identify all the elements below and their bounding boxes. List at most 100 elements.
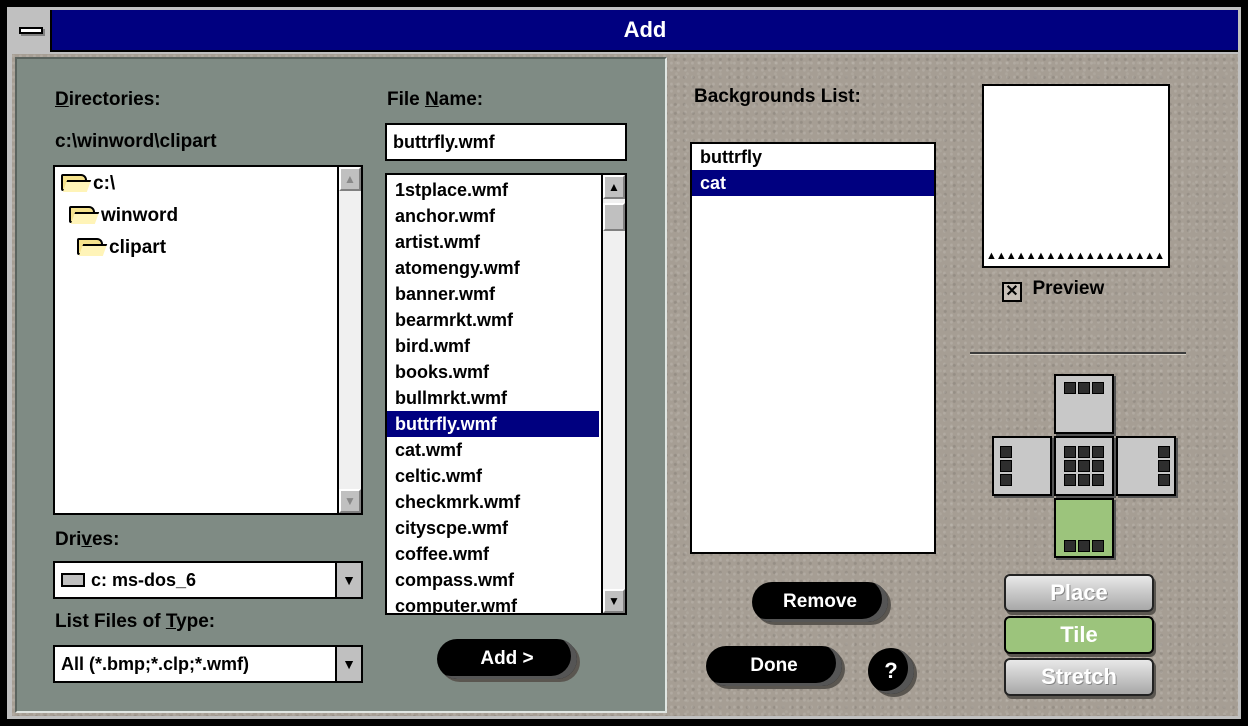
tile-mark-icon: ▲▲ [1144, 250, 1165, 262]
tile-mark-icon: ▲▲ [1065, 250, 1086, 262]
file-list-item[interactable]: buttrfly.wmf [387, 411, 599, 437]
position-dot [1092, 474, 1104, 486]
dir-item-winword[interactable]: winword [69, 205, 178, 227]
drives-label: Drives: [55, 529, 119, 551]
drives-value: c: ms-dos_6 [91, 570, 197, 590]
tile-mark-icon: ▲▲ [1104, 250, 1126, 262]
position-dot [1158, 446, 1170, 458]
file-type-label: List Files of Type: [55, 611, 215, 633]
file-type-label-part: ype: [176, 611, 216, 632]
dir-item-root[interactable]: c:\ [61, 173, 115, 195]
file-type-dropdown-icon[interactable]: ▼ [335, 647, 361, 681]
preview-label: Preview [1032, 278, 1105, 299]
scroll-down-icon[interactable]: ▼ [339, 489, 361, 513]
help-button[interactable]: ? [868, 648, 914, 694]
file-list[interactable]: 1stplace.wmf anchor.wmf artist.wmf atomengy… [385, 173, 627, 615]
position-dot [1078, 540, 1090, 552]
list-item[interactable]: buttrfly [692, 144, 934, 170]
file-list-item[interactable]: cat.wmf [387, 437, 599, 463]
file-list-item[interactable]: coffee.wmf [387, 541, 599, 567]
drives-select[interactable]: c: ms-dos_6 ▼ [53, 561, 363, 599]
position-dot [1092, 446, 1104, 458]
dir-item-label: winword [101, 205, 179, 226]
position-dot [1064, 474, 1076, 486]
file-list-item[interactable]: celtic.wmf [387, 463, 599, 489]
backgrounds-list[interactable]: buttrfly cat [690, 142, 936, 554]
preview-pane: ▲▲▲▲▲▲▲▲▲▲▲▲▲▲▲▲▲▲▲▲▲▲▲▲▲▲ [982, 84, 1170, 268]
file-list-rows: 1stplace.wmf anchor.wmf artist.wmf atomengy… [387, 177, 599, 613]
drives-label-part: Dri [55, 529, 82, 550]
position-dot [1078, 446, 1090, 458]
system-menu-button[interactable] [10, 10, 52, 52]
drives-dropdown-icon[interactable]: ▼ [335, 563, 361, 597]
tile-button[interactable]: Tile [1004, 616, 1154, 654]
open-folder-icon [69, 206, 95, 223]
file-list-item[interactable]: banner.wmf [387, 281, 599, 307]
position-dot [1158, 460, 1170, 472]
preview-tile-row: ▲▲▲▲▲▲▲▲▲▲▲▲▲▲▲▲▲▲▲▲▲▲▲▲▲▲ [986, 250, 1166, 262]
position-dot [1092, 460, 1104, 472]
file-list-item[interactable]: compass.wmf [387, 567, 599, 593]
preview-checkbox[interactable]: ✕ Preview [1002, 278, 1104, 302]
tile-mark-icon: ▲▲ [1124, 250, 1145, 262]
position-dot [1064, 540, 1076, 552]
directories-label: Directories: [55, 89, 161, 111]
position-left[interactable] [992, 436, 1052, 496]
tile-mark-icon: ▲▲ [1005, 250, 1027, 262]
dir-item-clipart[interactable]: clipart [77, 237, 166, 259]
scroll-up-icon[interactable]: ▲ [339, 167, 361, 191]
position-dot [1092, 540, 1104, 552]
position-dot [1000, 446, 1012, 458]
file-name-input[interactable]: buttrfly.wmf [385, 123, 627, 161]
tile-mark-icon: ▲▲ [986, 250, 1007, 262]
scroll-down-icon[interactable]: ▼ [603, 589, 625, 613]
dialog-window: Add Directories: c:\winword\clipart c:\ … [0, 0, 1248, 726]
place-button[interactable]: Place [1004, 574, 1154, 612]
file-list-item[interactable]: computer.wmf [387, 593, 599, 613]
tile-mark-icon: ▲▲ [1084, 250, 1106, 262]
file-list-item[interactable]: artist.wmf [387, 229, 599, 255]
position-bottom[interactable] [1054, 498, 1114, 558]
directory-scrollbar[interactable]: ▲ ▼ [337, 167, 361, 513]
position-dot [1064, 382, 1076, 394]
file-list-item[interactable]: 1stplace.wmf [387, 177, 599, 203]
dir-item-label: clipart [109, 237, 167, 258]
position-center[interactable] [1054, 436, 1114, 496]
position-dot [1078, 460, 1090, 472]
window-title: Add [623, 17, 667, 42]
system-menu-icon [19, 27, 43, 34]
file-type-label-part: List Files of [55, 611, 166, 632]
divider [970, 352, 1186, 354]
position-right[interactable] [1116, 436, 1176, 496]
position-top[interactable] [1054, 374, 1114, 434]
title-bar[interactable]: Add [10, 10, 1238, 52]
file-list-item[interactable]: anchor.wmf [387, 203, 599, 229]
scroll-thumb[interactable] [603, 203, 625, 231]
file-list-item[interactable]: books.wmf [387, 359, 599, 385]
file-list-scrollbar[interactable]: ▲ ▼ [601, 175, 625, 613]
file-name-label-accel: N [425, 89, 439, 110]
position-dot [1078, 382, 1090, 394]
remove-button[interactable]: Remove [752, 582, 888, 622]
file-type-label-accel: T [165, 611, 177, 632]
done-button[interactable]: Done [706, 646, 842, 686]
stretch-button[interactable]: Stretch [1004, 658, 1154, 696]
list-item[interactable]: cat [692, 170, 934, 196]
open-folder-icon [77, 238, 103, 255]
file-list-item[interactable]: bullmrkt.wmf [387, 385, 599, 411]
file-list-item[interactable]: checkmrk.wmf [387, 489, 599, 515]
file-list-item[interactable]: cityscpe.wmf [387, 515, 599, 541]
file-name-label: File Name: [387, 89, 483, 111]
file-browser-panel: Directories: c:\winword\clipart c:\ winw… [15, 57, 667, 713]
file-type-value: All (*.bmp;*.clp;*.wmf) [61, 654, 249, 674]
tile-mark-icon: ▲▲ [1045, 250, 1066, 262]
scroll-up-icon[interactable]: ▲ [603, 175, 625, 199]
file-list-item[interactable]: atomengy.wmf [387, 255, 599, 281]
add-button[interactable]: Add > [437, 639, 577, 679]
dir-item-label: c:\ [93, 173, 116, 194]
file-list-item[interactable]: bearmrkt.wmf [387, 307, 599, 333]
file-list-item[interactable]: bird.wmf [387, 333, 599, 359]
directory-tree[interactable]: c:\ winword clipart ▲ ▼ [53, 165, 363, 515]
file-type-select[interactable]: All (*.bmp;*.clp;*.wmf) ▼ [53, 645, 363, 683]
position-dot [1078, 474, 1090, 486]
